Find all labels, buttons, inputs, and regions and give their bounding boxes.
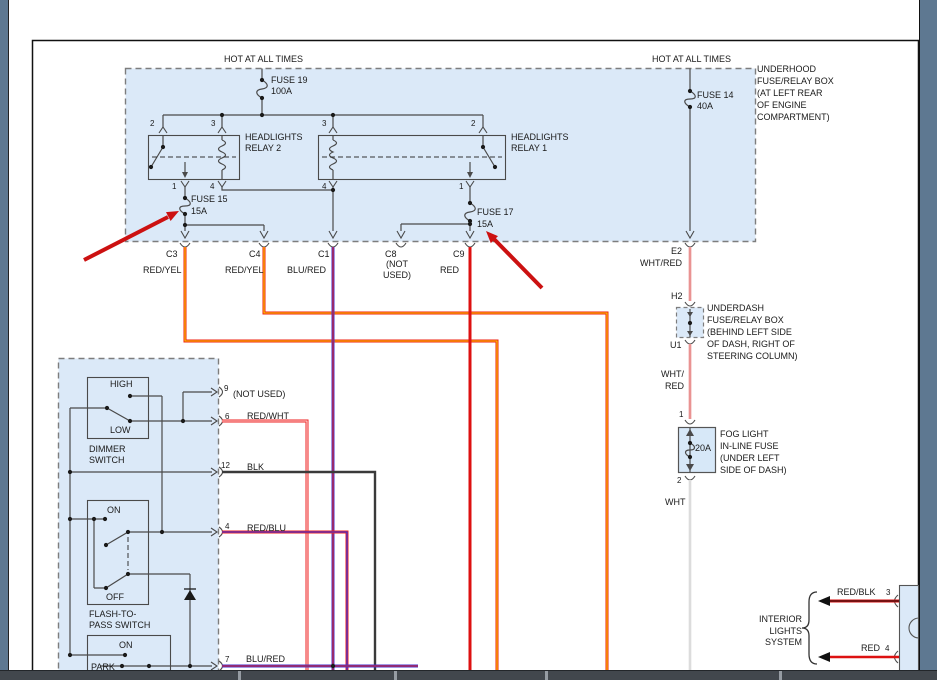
label-wht: WHT: [665, 497, 686, 507]
label-wht-red-2: WHT/ RED: [661, 369, 684, 391]
label-fuse19: FUSE 19 100A: [271, 75, 308, 96]
label-fuse17: FUSE 17 15A: [477, 207, 514, 229]
bottom-status-bar: [0, 670, 937, 680]
label-c4-wire-color: RED/YEL: [225, 265, 264, 275]
label-pin6: 6: [225, 412, 230, 421]
label-pin7-wire-color: BLU/RED: [246, 654, 286, 664]
label-connector-e2: E2: [671, 246, 683, 256]
label-relay1-pin3: 3: [322, 119, 327, 128]
label-pin7: 7: [225, 655, 230, 664]
label-fog-pin2: 2: [677, 476, 682, 485]
label-relay1-pin1: 1: [459, 182, 464, 191]
label-relay1-pin2: 2: [471, 119, 476, 128]
label-flash-to-pass-switch: FLASH-TO- PASS SWITCH: [89, 609, 151, 630]
label-headlights-relay-1: HEADLIGHTS RELAY 1: [511, 132, 569, 153]
label-interior-lights-system: INTERIOR LIGHTS SYSTEM: [758, 614, 802, 647]
status-bar-divider: [394, 671, 397, 680]
label-dimmer-low: LOW: [110, 425, 131, 435]
label-pin9: 9: [224, 384, 229, 393]
label-c3-wire-color: RED/YEL: [143, 265, 182, 275]
label-fog-pin1: 1: [679, 410, 684, 419]
label-hot-at-all-times-right: HOT AT ALL TIMES: [652, 54, 732, 64]
label-c8-not-used: (NOT USED): [382, 259, 411, 280]
label-pin9-not-used: (NOT USED): [233, 389, 286, 399]
label-c1-wire-color: BLU/RED: [287, 265, 327, 275]
label-il-red: RED: [861, 643, 881, 653]
label-headlights-relay-2: HEADLIGHTS RELAY 2: [245, 132, 303, 153]
label-fog-light-fuse: FOG LIGHT IN-LINE FUSE (UNDER LEFT SIDE …: [720, 429, 787, 475]
label-underhood-box: UNDERHOOD FUSE/RELAY BOX (AT LEFT REAR O…: [757, 64, 834, 122]
label-connector-u1: U1: [670, 340, 682, 350]
window-edge-right: [919, 0, 937, 680]
label-connector-h2: H2: [671, 291, 683, 301]
label-pin6-wire-color: RED/WHT: [247, 411, 289, 421]
wiring-diagram-viewer: HOT AT ALL TIMES HOT AT ALL TIMES FUSE 1…: [0, 0, 937, 680]
label-il-pin4: 4: [885, 644, 890, 653]
label-connector-c4: C4: [249, 249, 261, 259]
label-fog-amps: 20A: [695, 443, 712, 453]
label-relay1-pin4: 4: [322, 182, 327, 191]
label-headlight-switch-on: ON: [119, 640, 133, 650]
label-connector-c9: C9: [453, 249, 465, 259]
label-relay2-pin4: 4: [210, 182, 215, 191]
label-dimmer-switch: DIMMER SWITCH: [89, 444, 126, 465]
label-pin4: 4: [225, 522, 230, 531]
label-fuse14: FUSE 14 40A: [697, 90, 734, 111]
label-fuse15: FUSE 15 15A: [191, 194, 228, 216]
label-pin4-wire-color: RED/BLU: [247, 523, 287, 533]
status-bar-divider: [545, 671, 548, 680]
label-ftp-off: OFF: [106, 592, 124, 602]
label-il-pin3: 3: [886, 588, 891, 597]
status-bar-divider: [779, 671, 782, 680]
label-dimmer-high: HIGH: [110, 379, 133, 389]
label-pin12-wire-color: BLK: [247, 462, 265, 472]
label-hot-at-all-times-left: HOT AT ALL TIMES: [224, 54, 304, 64]
label-relay2-pin1: 1: [172, 182, 177, 191]
label-connector-c1: C1: [318, 249, 330, 259]
label-il-red-blk: RED/BLK: [837, 587, 876, 597]
label-c9-wire-color: RED: [440, 265, 460, 275]
label-relay2-pin2: 2: [150, 119, 155, 128]
label-ftp-on: ON: [107, 505, 121, 515]
label-e2-wire-color: WHT/RED: [640, 258, 682, 268]
status-bar-divider: [238, 671, 241, 680]
window-edge-left: [0, 0, 9, 680]
label-connector-c3: C3: [166, 249, 178, 259]
label-pin12: 12: [221, 461, 230, 470]
label-underdash-box: UNDERDASH FUSE/RELAY BOX (BEHIND LEFT SI…: [707, 303, 798, 361]
label-relay2-pin3: 3: [211, 119, 216, 128]
